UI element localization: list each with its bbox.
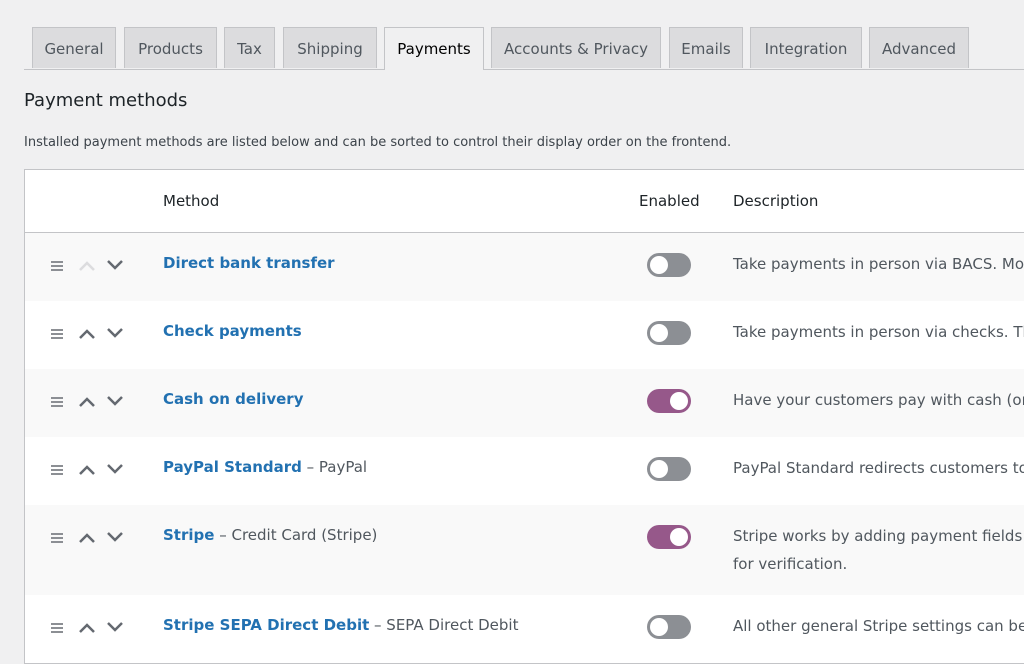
table-row: Stripe – Credit Card (Stripe) Stripe work… [25, 505, 1024, 595]
drag-handle-icon[interactable] [49, 390, 69, 412]
sort-controls [49, 616, 129, 640]
move-down-icon[interactable] [105, 322, 125, 344]
method-name: PayPal Standard – PayPal [163, 458, 367, 476]
move-up-icon[interactable] [77, 616, 97, 638]
tab-accounts-privacy[interactable]: Accounts & Privacy [491, 27, 661, 68]
description-line: Take payments in person via checks. This [733, 323, 1024, 341]
method-name: Direct bank transfer [163, 254, 335, 272]
drag-handle-icon[interactable] [49, 322, 69, 344]
table-row: Stripe SEPA Direct Debit – SEPA Direct D… [25, 595, 1024, 663]
payment-methods-table: Method Enabled Description Direct bank t… [24, 169, 1024, 664]
move-down-icon[interactable] [105, 458, 125, 480]
sort-controls [49, 390, 129, 414]
toggle-knob [650, 324, 668, 342]
method-subtitle: – SEPA Direct Debit [369, 616, 519, 634]
drag-handle-icon[interactable] [49, 254, 69, 276]
method-subtitle: – Credit Card (Stripe) [214, 526, 378, 544]
toggle-knob [670, 392, 688, 410]
method-link[interactable]: Cash on delivery [163, 390, 304, 408]
toggle-knob [650, 618, 668, 636]
tab-payments[interactable]: Payments [384, 27, 484, 70]
move-up-icon[interactable] [77, 526, 97, 548]
method-subtitle: – PayPal [301, 458, 368, 476]
enabled-toggle[interactable] [647, 525, 691, 549]
tab-general[interactable]: General [32, 27, 116, 68]
description-line: Stripe works by adding payment fields o [733, 527, 1024, 545]
description-line: Take payments in person via BACS. More [733, 255, 1024, 273]
description-line: Have your customers pay with cash (or b [733, 391, 1024, 409]
tab-tax[interactable]: Tax [224, 27, 275, 68]
enabled-toggle[interactable] [647, 457, 691, 481]
page-title: Payment methods [24, 90, 188, 111]
table-header: Method Enabled Description [25, 170, 1024, 233]
method-link[interactable]: Direct bank transfer [163, 254, 335, 272]
method-name: Check payments [163, 322, 302, 340]
method-name: Stripe SEPA Direct Debit – SEPA Direct D… [163, 616, 518, 634]
enabled-toggle[interactable] [647, 615, 691, 639]
method-description: Have your customers pay with cash (or b [733, 386, 1024, 414]
tab-shipping[interactable]: Shipping [283, 27, 377, 68]
tab-emails[interactable]: Emails [669, 27, 743, 68]
sort-controls [49, 526, 129, 550]
method-link[interactable]: Check payments [163, 322, 302, 340]
method-name: Stripe – Credit Card (Stripe) [163, 526, 377, 544]
enabled-toggle[interactable] [647, 321, 691, 345]
sort-controls [49, 322, 129, 346]
tab-integration[interactable]: Integration [750, 27, 862, 68]
toggle-knob [650, 256, 668, 274]
enabled-toggle[interactable] [647, 253, 691, 277]
method-description: Stripe works by adding payment fields o f… [733, 522, 1024, 578]
header-enabled: Enabled [639, 192, 700, 210]
table-row: PayPal Standard – PayPal PayPal Standard … [25, 437, 1024, 505]
drag-handle-icon[interactable] [49, 616, 69, 638]
table-row: Check payments Take payments in person vi… [25, 301, 1024, 369]
move-down-icon[interactable] [105, 526, 125, 548]
move-down-icon[interactable] [105, 390, 125, 412]
section-intro: Installed payment methods are listed bel… [24, 135, 732, 150]
sort-controls [49, 458, 129, 482]
move-up-icon[interactable] [77, 458, 97, 480]
description-line: for verification. [733, 555, 848, 573]
move-down-icon[interactable] [105, 254, 125, 276]
move-down-icon[interactable] [105, 616, 125, 638]
method-description: Take payments in person via BACS. More [733, 250, 1024, 278]
toggle-knob [670, 528, 688, 546]
method-link[interactable]: Stripe SEPA Direct Debit [163, 616, 369, 634]
settings-tabs: General Products Tax Shipping Payments A… [24, 27, 1024, 70]
method-link[interactable]: PayPal Standard [163, 458, 302, 476]
sort-controls [49, 254, 129, 278]
tab-advanced[interactable]: Advanced [869, 27, 969, 68]
toggle-knob [650, 460, 668, 478]
method-name: Cash on delivery [163, 390, 304, 408]
description-line: PayPal Standard redirects customers to P [733, 459, 1024, 477]
method-description: PayPal Standard redirects customers to P [733, 454, 1024, 482]
move-up-icon[interactable] [77, 390, 97, 412]
tab-products[interactable]: Products [124, 27, 217, 68]
description-line: All other general Stripe settings can be… [733, 617, 1024, 635]
table-row: Direct bank transfer Take payments in per… [25, 233, 1024, 301]
header-description: Description [733, 192, 819, 210]
drag-handle-icon[interactable] [49, 526, 69, 548]
method-description: All other general Stripe settings can be… [733, 612, 1024, 640]
drag-handle-icon[interactable] [49, 458, 69, 480]
header-method: Method [163, 192, 220, 210]
move-up-icon[interactable] [77, 254, 97, 276]
table-row: Cash on delivery Have your customers pay … [25, 369, 1024, 437]
method-link[interactable]: Stripe [163, 526, 214, 544]
move-up-icon[interactable] [77, 322, 97, 344]
method-description: Take payments in person via checks. This [733, 318, 1024, 346]
enabled-toggle[interactable] [647, 389, 691, 413]
